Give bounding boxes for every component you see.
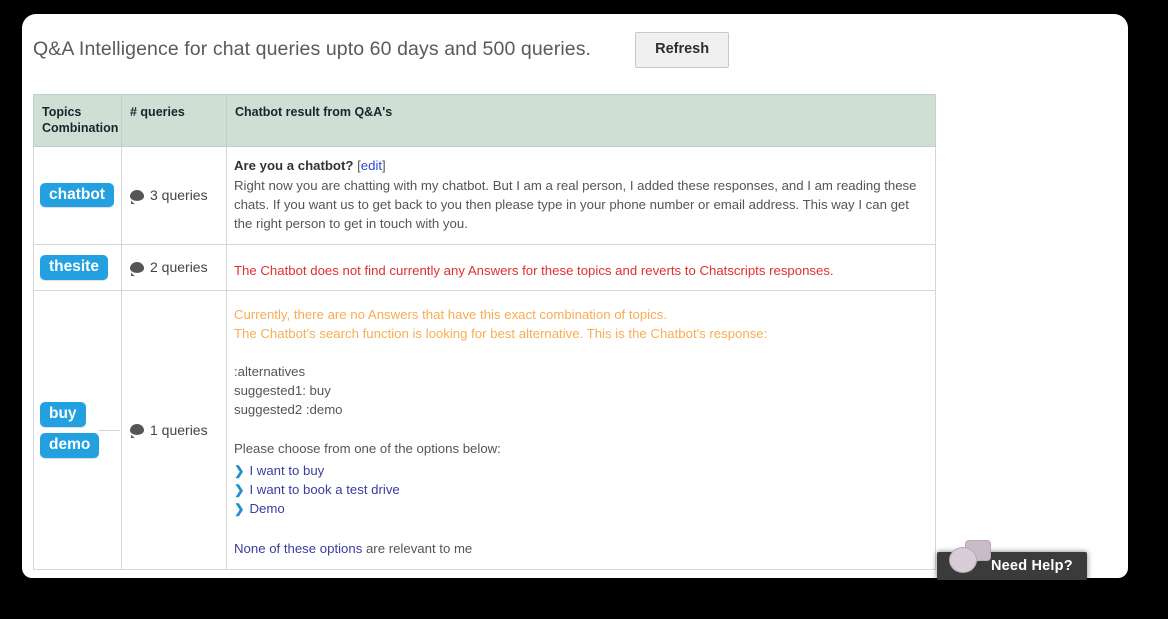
chevron-right-icon: ❯: [234, 482, 245, 497]
need-help-widget[interactable]: Need Help?: [937, 540, 1087, 580]
speech-bubble-icon: [130, 261, 144, 273]
topic-tag[interactable]: buy: [40, 401, 86, 427]
queries-count: 1 queries: [150, 421, 208, 438]
topic-tag[interactable]: thesite: [40, 254, 108, 280]
tag-list: chatbot: [40, 182, 121, 208]
option-link[interactable]: I want to book a test drive: [249, 480, 399, 499]
none-of-these-link[interactable]: None of these options: [234, 541, 362, 556]
qa-intelligence-table: Topics Combination # queries Chatbot res…: [33, 93, 936, 570]
queries-cell: 2 queries: [121, 243, 227, 291]
alternatives-line: suggested2 :demo: [234, 401, 343, 417]
result-cell: Are you a chatbot? [edit] Right now you …: [226, 145, 936, 245]
none-of-these-line: None of these options are relevant to me: [234, 539, 925, 558]
tag-connector-line: [98, 429, 120, 431]
table-header-row: Topics Combination # queries Chatbot res…: [33, 93, 936, 147]
warning-message-red: The Chatbot does not find currently any …: [234, 262, 834, 278]
option-link[interactable]: I want to buy: [249, 461, 324, 480]
none-of-these-rest: are relevant to me: [362, 541, 473, 557]
topic-tag[interactable]: chatbot: [40, 182, 114, 208]
result-cell: The Chatbot does not find currently any …: [226, 243, 936, 291]
alternatives-block: :alternatives suggested1: buy suggested2…: [234, 363, 925, 419]
tag-list: thesite: [40, 254, 121, 280]
topic-tag[interactable]: demo: [40, 432, 100, 458]
queries-cell: 3 queries: [121, 145, 227, 245]
column-header-queries: # queries: [121, 93, 227, 147]
table-row: thesite 2 queries The Chatbot does not f: [33, 243, 936, 291]
queries-count: 2 queries: [150, 259, 208, 276]
queries-count: 3 queries: [150, 187, 208, 204]
table-row: buy demo 1 queries Currently, there are …: [33, 289, 936, 570]
alternatives-line: :alternatives: [234, 364, 306, 380]
edit-bracket-close: ]: [382, 157, 386, 173]
report-card: Q&A Intelligence for chat queries upto 6…: [22, 14, 1128, 578]
option-list: ❯ I want to buy ❯ I want to book a test …: [234, 461, 925, 519]
fallback-notice-line-1: Currently, there are no Answers that hav…: [234, 306, 667, 322]
option-link[interactable]: Demo: [249, 499, 284, 518]
list-item[interactable]: ❯ I want to buy: [234, 461, 925, 480]
need-help-label: Need Help?: [991, 558, 1073, 574]
topics-cell: thesite: [33, 243, 122, 291]
list-item[interactable]: ❯ Demo: [234, 499, 925, 518]
alternatives-line: suggested1: buy: [234, 382, 331, 398]
answer-title-line: Are you a chatbot? [edit]: [234, 156, 925, 175]
answer-body: Right now you are chatting with my chatb…: [234, 177, 917, 232]
edit-link[interactable]: edit: [361, 158, 382, 173]
chevron-right-icon: ❯: [234, 502, 245, 517]
answer-title: Are you a chatbot?: [234, 157, 354, 173]
list-item[interactable]: ❯ I want to book a test drive: [234, 480, 925, 499]
fallback-notice-line-2: The Chatbot's search function is looking…: [234, 325, 768, 341]
refresh-button[interactable]: Refresh: [635, 32, 730, 68]
topics-cell: chatbot: [33, 145, 122, 245]
choose-prompt: Please choose from one of the options be…: [234, 441, 501, 457]
speech-bubble-icon: [130, 424, 144, 436]
page-title: Q&A Intelligence for chat queries upto 6…: [33, 38, 592, 61]
chat-bubbles-icon: [949, 540, 995, 574]
speech-bubble-icon: [130, 189, 144, 201]
column-header-topics: Topics Combination: [33, 93, 122, 147]
result-cell: Currently, there are no Answers that hav…: [226, 289, 936, 570]
chevron-right-icon: ❯: [234, 463, 245, 478]
page-header: Q&A Intelligence for chat queries upto 6…: [22, 14, 1128, 68]
column-header-result: Chatbot result from Q&A's: [226, 93, 936, 147]
queries-cell: 1 queries: [98, 289, 227, 570]
table-row: chatbot 3 queries Are you a chatbot? [ed…: [33, 145, 936, 245]
